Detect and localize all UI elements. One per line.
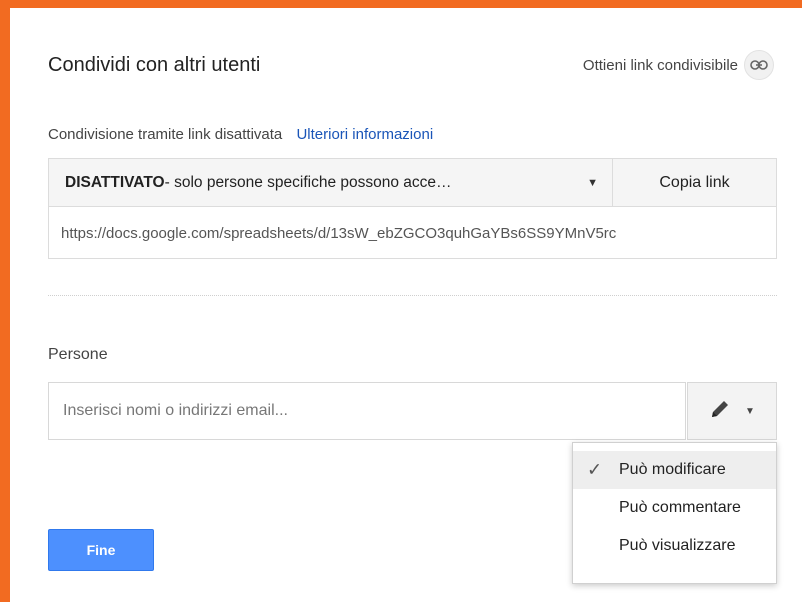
caret-down-icon: ▼ (745, 405, 755, 417)
people-label: Persone (48, 346, 108, 363)
people-input[interactable]: Inserisci nomi o indirizzi email... (48, 382, 686, 440)
access-description: - solo persone specifiche possono acce… (164, 173, 452, 191)
menu-item-can-edit[interactable]: ✓ Può modificare (573, 451, 776, 489)
menu-item-label: Può commentare (619, 499, 741, 516)
permission-menu: ✓ Può modificare Può commentare Può visu… (572, 442, 777, 584)
link-share-box: DISATTIVATO - solo persone specifiche po… (48, 158, 777, 259)
copy-link-button[interactable]: Copia link (613, 159, 776, 206)
link-status-row: Condivisione tramite link disattivata Ul… (48, 126, 433, 143)
permission-dropdown-button[interactable]: ▼ (687, 382, 777, 440)
menu-item-label: Può modificare (619, 461, 726, 478)
link-icon (744, 50, 774, 80)
get-link-label: Ottieni link condivisibile (582, 56, 738, 74)
menu-item-can-comment[interactable]: Può commentare (573, 489, 776, 527)
share-url-field[interactable]: https://docs.google.com/spreadsheets/d/1… (49, 207, 776, 259)
link-access-select[interactable]: DISATTIVATO - solo persone specifiche po… (49, 159, 613, 206)
menu-item-can-view[interactable]: Può visualizzare (573, 527, 776, 565)
caret-down-icon: ▼ (587, 176, 598, 189)
access-state: DISATTIVATO (65, 173, 165, 191)
more-info-link[interactable]: Ulteriori informazioni (296, 126, 433, 143)
link-status-text: Condivisione tramite link disattivata (48, 126, 283, 143)
done-button[interactable]: Fine (48, 529, 154, 571)
dialog-title: Condividi con altri utenti (48, 54, 261, 76)
divider (48, 295, 777, 296)
link-share-controls: DISATTIVATO - solo persone specifiche po… (49, 159, 776, 207)
menu-item-label: Può visualizzare (619, 537, 736, 554)
share-dialog: Condividi con altri utenti Ottieni link … (10, 8, 802, 602)
pencil-icon (709, 398, 731, 425)
checkmark-icon: ✓ (587, 459, 603, 480)
get-shareable-link-button[interactable]: Ottieni link condivisibile (583, 50, 774, 80)
